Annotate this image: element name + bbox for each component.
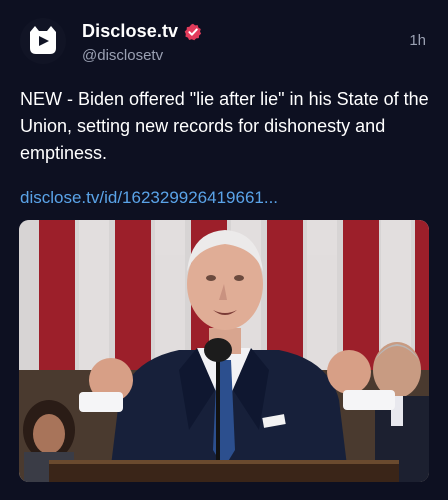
account-name-row: Disclose.tv bbox=[82, 21, 202, 42]
avatar[interactable] bbox=[20, 18, 66, 64]
post-header: Disclose.tv @disclosetv 1h bbox=[20, 14, 430, 68]
verified-badge-icon bbox=[184, 23, 202, 40]
post-link[interactable]: disclose.tv/id/162329926419661... bbox=[20, 188, 278, 208]
disclose-tv-logo-icon bbox=[30, 26, 56, 54]
account-name[interactable]: Disclose.tv bbox=[82, 21, 178, 42]
post-timestamp[interactable]: 1h bbox=[409, 32, 426, 49]
account-handle[interactable]: @disclosetv bbox=[82, 47, 163, 64]
post-body-text: NEW - Biden offered "lie after lie" in h… bbox=[20, 89, 429, 163]
post-media-image[interactable] bbox=[19, 220, 429, 482]
speech-photo bbox=[19, 220, 429, 482]
